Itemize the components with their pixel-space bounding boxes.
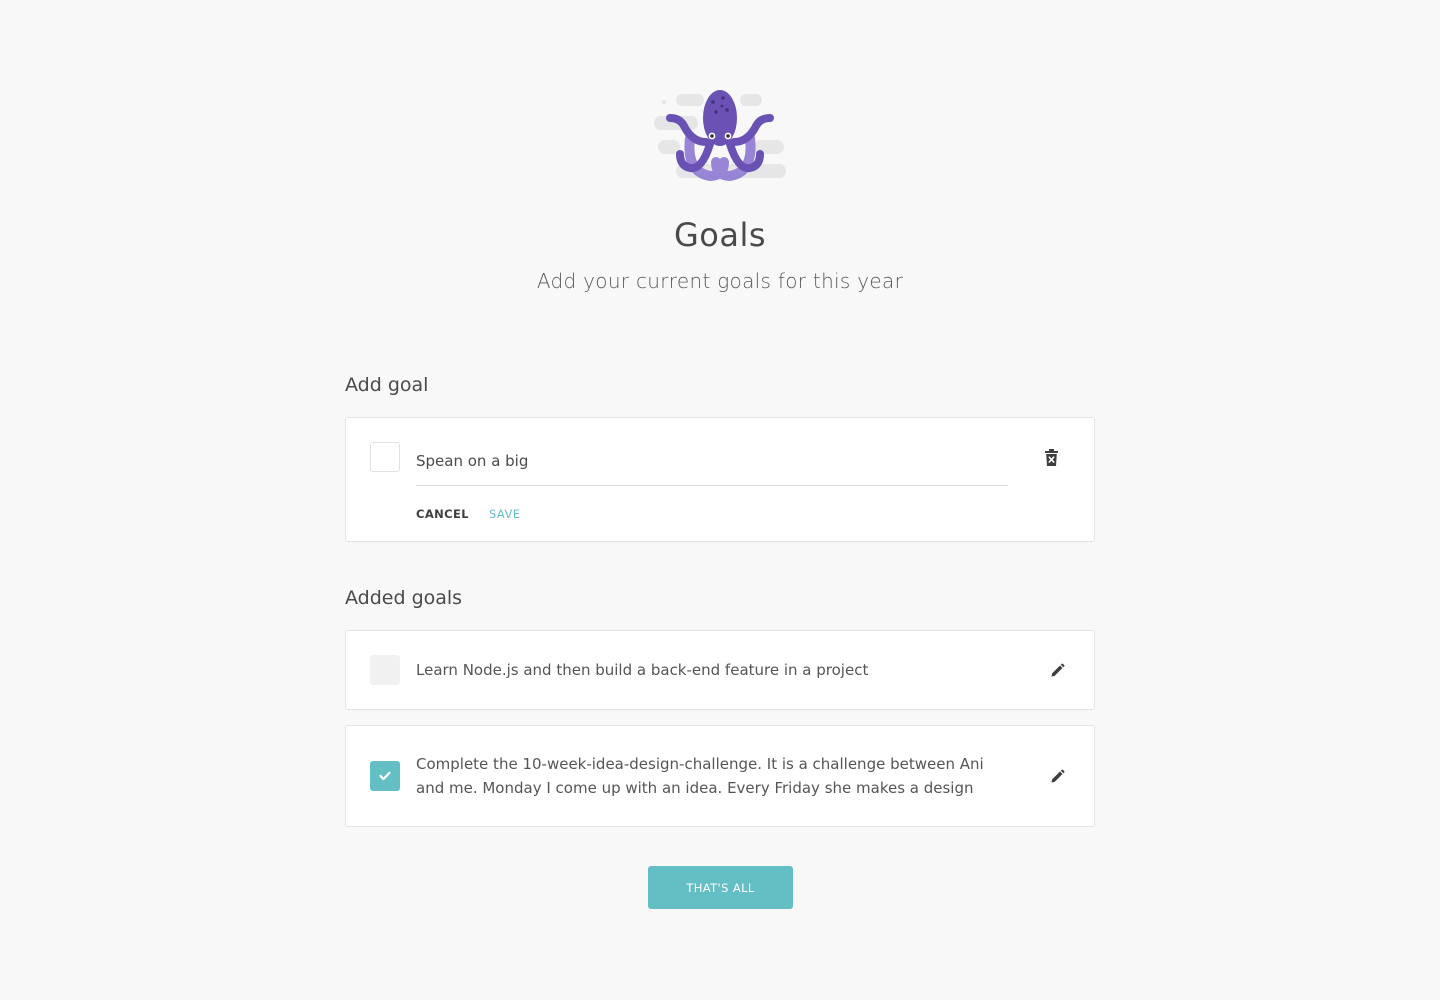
new-goal-checkbox[interactable]: [370, 442, 400, 472]
added-goals-heading: Added goals: [345, 587, 463, 609]
trash-icon: [1044, 448, 1058, 466]
edit-goal-button[interactable]: [1048, 661, 1066, 679]
thats-all-button[interactable]: THAT'S ALL: [648, 866, 793, 909]
goal-text-input[interactable]: [416, 442, 1008, 486]
edit-goal-button[interactable]: [1048, 767, 1066, 785]
page-subtitle: Add your current goals for this year: [536, 269, 904, 293]
goal-text: Complete the 10-week-idea-design-challen…: [416, 755, 984, 797]
goal-checkbox-checked[interactable]: [370, 761, 400, 791]
goals-page: Goals Add your current goals for this ye…: [0, 0, 1440, 1000]
cancel-button[interactable]: CANCEL: [416, 507, 469, 521]
delete-goal-button[interactable]: [1042, 446, 1060, 468]
goal-checkbox[interactable]: [370, 655, 400, 685]
pencil-icon: [1051, 768, 1065, 782]
checkmark-icon: [379, 771, 391, 781]
goal-text: Learn Node.js and then build a back-end …: [416, 661, 869, 679]
save-button[interactable]: SAVE: [489, 507, 520, 521]
add-goal-heading: Add goal: [345, 374, 429, 396]
add-goal-card: CANCEL SAVE: [345, 417, 1095, 542]
goal-list-item: Complete the 10-week-idea-design-challen…: [345, 725, 1095, 827]
octopus-mascot-icon: [654, 90, 786, 182]
pencil-icon: [1051, 662, 1065, 676]
page-title: Goals: [673, 216, 767, 254]
goal-list-item: Learn Node.js and then build a back-end …: [345, 630, 1095, 710]
